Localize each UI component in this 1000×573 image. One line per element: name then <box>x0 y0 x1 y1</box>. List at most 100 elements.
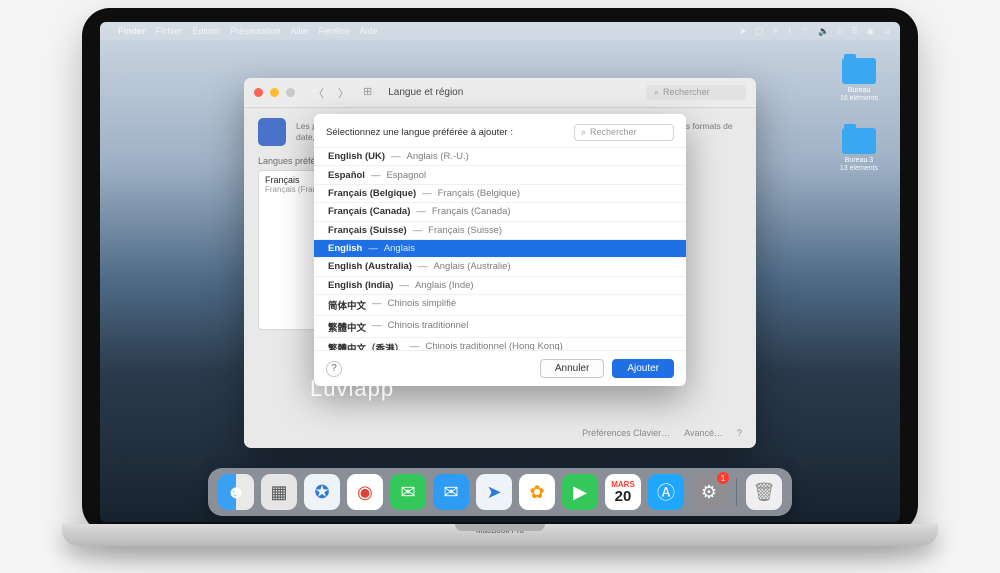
desktop-folder-bureau[interactable]: Bureau 16 éléments <box>832 58 886 103</box>
forward-button[interactable]: 〉 <box>333 83 354 103</box>
wifi-icon[interactable]: ⌔ <box>801 26 809 36</box>
battery-icon[interactable]: ⚡︎ <box>772 26 778 36</box>
dock-maps[interactable]: ➤ <box>476 474 512 510</box>
dash: — <box>416 206 426 217</box>
language-sub: Chinois traditionnel <box>388 320 469 334</box>
dock-chrome[interactable]: ◉ <box>347 474 383 510</box>
menu-presentation[interactable]: Présentation <box>230 26 281 36</box>
language-row[interactable]: Français (Suisse)—Français (Suisse) <box>314 222 686 240</box>
dock-mail[interactable]: ✉ <box>433 474 469 510</box>
mail-icon: ✉ <box>443 482 458 503</box>
location-icon[interactable]: ➤ <box>739 26 747 36</box>
dock-messages[interactable]: ✉ <box>390 474 426 510</box>
menu-aller[interactable]: Aller <box>291 26 309 36</box>
sheet-prompt: Sélectionnez une langue préférée à ajout… <box>326 127 513 138</box>
volume-icon[interactable]: 🔈 <box>818 26 829 36</box>
language-row[interactable]: 繁體中文（香港）—Chinois traditionnel (Hong Kong… <box>314 338 686 351</box>
dock-photos[interactable]: ✿ <box>519 474 555 510</box>
language-row[interactable]: English (Australia)—Anglais (Australie) <box>314 258 686 276</box>
language-row[interactable]: 简体中文 — Chinois simplifié <box>314 295 686 316</box>
dock-preferences[interactable]: ⚙ 1 <box>691 474 727 510</box>
language-row[interactable]: English (India)—Anglais (Inde) <box>314 277 686 295</box>
dock-calendar[interactable]: MARS 20 <box>605 474 641 510</box>
folder-icon <box>842 128 876 154</box>
language-row[interactable]: Français (Belgique) — Français (Belgique) <box>314 185 686 203</box>
language-name: English (India) <box>328 280 393 291</box>
dock-finder[interactable]: ☻ <box>218 474 254 510</box>
language-name: 简体中文 <box>328 298 366 312</box>
window-search[interactable]: ⌕ Rechercher <box>646 85 746 100</box>
sheet-search[interactable]: ⌕ Rechercher <box>574 124 674 141</box>
menu-aide[interactable]: Aide <box>360 26 378 36</box>
laptop-frame: Finder Fichier Édition Présentation Alle… <box>82 8 918 533</box>
keyboard-prefs-button[interactable]: Préférences Clavier… <box>582 428 670 438</box>
language-row[interactable]: 繁體中文 — Chinois traditionnel <box>314 316 686 337</box>
folder-label: Bureau 3 <box>832 157 886 165</box>
dock-facetime[interactable]: ▶ <box>562 474 598 510</box>
search-icon: ⌕ <box>654 87 659 98</box>
close-button[interactable] <box>254 88 263 97</box>
dock: ☻ ▦ ✪ ◉ ✉ ✉ ➤ ✿ ▶ MARS 20 Ⓐ ⚙ 1 🗑 <box>208 468 792 516</box>
control-center-icon[interactable]: ⠿ <box>851 26 858 36</box>
language-sub: Chinois traditionnel (Hong Kong) <box>426 341 563 351</box>
language-row[interactable]: Français (Canada)—Français (Canada) <box>314 203 686 221</box>
dock-safari[interactable]: ✪ <box>304 474 340 510</box>
bluetooth-icon[interactable]: ᚼ <box>787 26 792 36</box>
search-icon: ⌕ <box>581 127 586 138</box>
dash: — <box>372 298 382 312</box>
language-sub: Anglais <box>384 243 415 254</box>
add-button[interactable]: Ajouter <box>612 359 674 378</box>
folder-icon <box>842 58 876 84</box>
language-name: English (UK) <box>328 151 385 162</box>
language-name: Français (Suisse) <box>328 225 407 236</box>
language-sub: Français (Canada) <box>432 206 511 217</box>
back-button[interactable]: 〈 <box>308 83 329 103</box>
airplay-icon[interactable]: ▢ <box>755 26 764 36</box>
cancel-button[interactable]: Annuler <box>540 359 604 378</box>
menu-fichier[interactable]: Fichier <box>156 26 183 36</box>
grid-view-icon[interactable]: ⊞ <box>358 83 377 103</box>
dash: — <box>372 320 382 334</box>
folder-label: Bureau <box>832 87 886 95</box>
menu-edition[interactable]: Édition <box>193 26 221 36</box>
desktop-folder-bureau3[interactable]: Bureau 3 13 éléments <box>832 128 886 173</box>
spotlight-icon[interactable]: ⌕ <box>838 26 843 36</box>
laptop-notch <box>455 524 545 531</box>
language-name: Français (Belgique) <box>328 188 416 199</box>
dock-appstore[interactable]: Ⓐ <box>648 474 684 510</box>
language-row[interactable]: English—Anglais <box>314 240 686 258</box>
language-name: 繁體中文 <box>328 320 366 334</box>
language-list[interactable]: English (UK)—Anglais (R.-U.)Español—Espa… <box>314 147 686 351</box>
language-row[interactable]: English (UK)—Anglais (R.-U.) <box>314 148 686 166</box>
add-language-sheet: Sélectionnez une langue préférée à ajout… <box>314 114 686 386</box>
language-sub: Français (Belgique) <box>438 188 520 199</box>
sheet-help-button[interactable]: ? <box>326 361 342 377</box>
help-button[interactable]: ? <box>737 428 742 438</box>
gear-icon: ⚙ <box>701 482 717 503</box>
dock-launchpad[interactable]: ▦ <box>261 474 297 510</box>
maps-icon: ➤ <box>486 482 501 503</box>
zoom-button[interactable] <box>286 88 295 97</box>
screen: Finder Fichier Édition Présentation Alle… <box>100 22 900 522</box>
dash: — <box>371 170 381 181</box>
advanced-button[interactable]: Avancé… <box>684 428 723 438</box>
safari-icon: ✪ <box>314 482 329 503</box>
user-icon[interactable]: ☺ <box>883 26 892 36</box>
dash: — <box>422 188 432 199</box>
menubar-app-name[interactable]: Finder <box>118 26 146 36</box>
dock-trash[interactable]: 🗑 <box>746 474 782 510</box>
language-sub: Espagnol <box>386 170 426 181</box>
language-row[interactable]: Español — Espagnol <box>314 166 686 184</box>
language-region-icon <box>258 118 286 146</box>
trash-icon: 🗑 <box>753 482 776 503</box>
language-sub: Chinois simplifié <box>388 298 457 312</box>
menu-fenetre[interactable]: Fenêtre <box>319 26 350 36</box>
language-sub: Anglais (R.-U.) <box>407 151 469 162</box>
language-name: English (Australia) <box>328 261 412 272</box>
dash: — <box>368 243 378 254</box>
siri-icon[interactable]: ◉ <box>866 26 874 36</box>
minimize-button[interactable] <box>270 88 279 97</box>
menubar-status: ➤ ▢ ⚡︎ ᚼ ⌔ 🔈 ⌕ ⠿ ◉ ☺ <box>733 26 892 37</box>
language-name: Español <box>328 170 365 181</box>
window-titlebar[interactable]: 〈 〉 ⊞ Langue et région ⌕ Rechercher <box>244 78 756 108</box>
